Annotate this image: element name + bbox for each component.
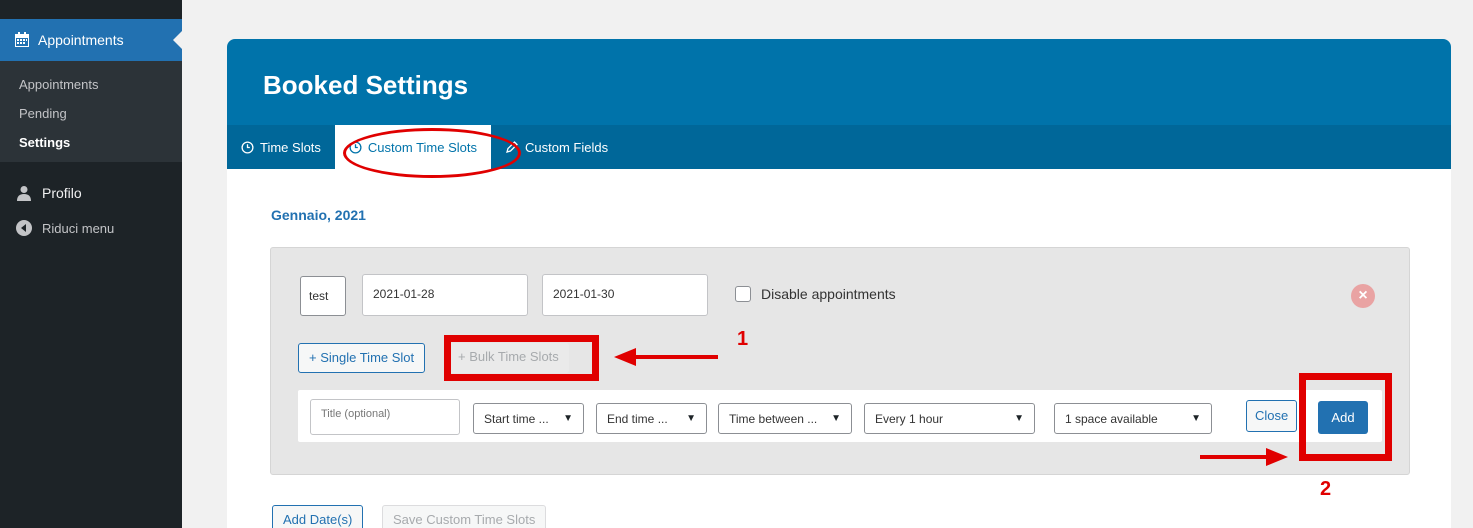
tab-label: Custom Fields — [525, 139, 609, 155]
calendar-select[interactable]: test — [300, 276, 346, 316]
save-custom-time-slots-button[interactable]: Save Custom Time Slots — [382, 505, 547, 528]
annotation-box-2 — [1299, 373, 1392, 461]
user-icon — [17, 186, 31, 201]
page-title: Booked Settings — [227, 39, 1451, 125]
collapse-label: Riduci menu — [42, 220, 115, 236]
chevron-down-icon: ▼ — [1014, 413, 1024, 424]
chevron-down-icon: ▼ — [1191, 413, 1201, 424]
sidebar-item-label: Appointments — [38, 32, 124, 48]
sidebar-item-profile[interactable]: Profilo — [0, 176, 182, 210]
clock-icon — [241, 140, 254, 154]
interval-value: Every 1 hour — [875, 411, 944, 426]
time-between-value: Time between ... — [729, 411, 818, 426]
custom-slot-panel: test 2021-01-28 2021-01-30 Disable appoi… — [270, 247, 1410, 475]
annotation-arrow-2 — [1200, 455, 1276, 459]
chevron-down-icon: ▼ — [686, 413, 696, 424]
annotation-number-2: 2 — [1320, 478, 1332, 500]
submenu-pending[interactable]: Pending — [0, 99, 182, 128]
arrow-head-icon — [1266, 448, 1288, 466]
single-time-slot-button[interactable]: + Single Time Slot — [298, 343, 426, 373]
annotation-number-1: 1 — [737, 328, 749, 350]
tab-label: Time Slots — [260, 139, 321, 155]
submenu-appointments[interactable]: Appointments — [0, 70, 182, 99]
collapse-menu[interactable]: Riduci menu — [0, 211, 182, 245]
spaces-value: 1 space available — [1065, 411, 1158, 426]
annotation-arrow-1 — [630, 355, 718, 359]
submenu-settings[interactable]: Settings — [0, 128, 182, 157]
add-dates-button[interactable]: Add Date(s) — [272, 505, 364, 528]
end-date-input[interactable]: 2021-01-30 — [542, 274, 708, 316]
disable-checkbox[interactable] — [735, 286, 751, 302]
title-input[interactable]: Title (optional) — [310, 399, 460, 435]
remove-icon[interactable]: × — [1351, 284, 1375, 308]
disable-appointments[interactable]: Disable appointments — [735, 286, 896, 302]
calendar-icon — [15, 32, 29, 47]
sidebar-item-appointments[interactable]: Appointments — [0, 19, 182, 61]
tab-time-slots[interactable]: Time Slots — [227, 125, 335, 169]
admin-sidebar: Appointments Appointments Pending Settin… — [0, 0, 182, 528]
time-between-select[interactable]: Time between ... ▼ — [718, 403, 852, 434]
sidebar-submenu: Appointments Pending Settings — [0, 61, 182, 162]
interval-select[interactable]: Every 1 hour ▼ — [864, 403, 1035, 434]
close-button[interactable]: Close — [1246, 400, 1298, 432]
start-time-select[interactable]: Start time ... ▼ — [473, 403, 584, 434]
collapse-icon — [16, 220, 32, 236]
calendar-select-value: test — [309, 289, 329, 303]
annotation-ellipse — [343, 128, 521, 178]
month-title: Gennaio, 2021 — [271, 207, 366, 223]
chevron-down-icon: ▼ — [563, 413, 573, 424]
sidebar-top — [0, 0, 182, 19]
end-time-select[interactable]: End time ... ▼ — [596, 403, 707, 434]
start-time-value: Start time ... — [484, 411, 549, 426]
disable-label: Disable appointments — [761, 286, 896, 302]
arrow-head-icon — [614, 348, 636, 366]
chevron-down-icon: ▼ — [831, 413, 841, 424]
sidebar-item-label: Profilo — [42, 185, 82, 201]
spaces-select[interactable]: 1 space available ▼ — [1054, 403, 1212, 434]
start-date-input[interactable]: 2021-01-28 — [362, 274, 528, 316]
time-slot-row: Title (optional) Start time ... ▼ End tim… — [298, 390, 1382, 442]
end-time-value: End time ... — [607, 411, 668, 426]
annotation-box-1 — [444, 335, 599, 381]
